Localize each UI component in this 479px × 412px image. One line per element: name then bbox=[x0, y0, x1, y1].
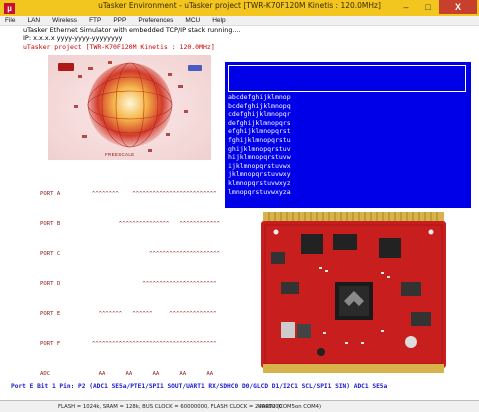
port-label: PORT D bbox=[40, 281, 61, 287]
adc-channels[interactable]: AA AA AA AA AA bbox=[75, 369, 214, 379]
port-label: PORT F bbox=[40, 341, 61, 347]
lcd-line: lmnopqrstuvwxyza bbox=[228, 187, 291, 196]
port-panel: PORT A ^^^^^^^^ ^^^^^^^^^^^^^^^^^^^^^^^^… bbox=[40, 169, 220, 399]
board-graphic bbox=[261, 212, 446, 373]
status-bar: FLASH = 1024k, SRAM = 128k, BUS CLOCK = … bbox=[0, 400, 479, 412]
status-uart: UART2 (COM5on COM4) bbox=[258, 403, 322, 410]
port-label: PORT C bbox=[40, 251, 61, 257]
port-row[interactable]: PORT C ^^^^^^^^^^^^^^^^^^^^^ bbox=[40, 249, 220, 259]
lcd-line: hijklmnopqrstuvw bbox=[228, 153, 291, 162]
minimize-button[interactable]: – bbox=[395, 0, 417, 14]
maximize-button[interactable]: □ bbox=[417, 0, 439, 14]
lcd-display: abcdefghijklmnop bcdefghijklmnopq cdefgh… bbox=[225, 62, 471, 208]
lcd-line: bcdefghijklmnopq bbox=[228, 101, 291, 110]
port-label: PORT E bbox=[40, 311, 61, 317]
port-label: PORT B bbox=[40, 221, 61, 227]
pin-info: Port E Bit 1 Pin: P2 (ADC1 SE5a/PTE1/SPI… bbox=[11, 383, 388, 390]
menu-file[interactable]: File bbox=[5, 17, 15, 24]
lcd-line: fghijklmnopqrstu bbox=[228, 135, 291, 144]
title-bar: µ uTasker Environment - uTasker project … bbox=[0, 0, 479, 16]
lcd-text: abcdefghijklmnop bcdefghijklmnopq cdefgh… bbox=[228, 93, 291, 196]
port-row[interactable]: PORT F ^^^^^^^^^^^^^^^^^^^^^^^^^^^^^^^^^… bbox=[40, 339, 220, 349]
adc-row[interactable]: ADC AA AA AA AA AA bbox=[40, 369, 220, 379]
status-memory-clock: FLASH = 1024k, SRAM = 128k, BUS CLOCK = … bbox=[58, 403, 283, 410]
tower-board-image[interactable] bbox=[261, 212, 446, 374]
window-controls: – □ X bbox=[395, 0, 477, 14]
freescale-sphere-image: FREESCALE bbox=[48, 55, 211, 160]
port-row[interactable]: PORT B ^^^^^^^^^^^^^^^ ^^^^^^^^^^^^ bbox=[40, 219, 220, 229]
menu-ppp[interactable]: PPP bbox=[113, 17, 126, 24]
status-line-simulator: uTasker Ethernet Simulator with embedded… bbox=[23, 26, 241, 34]
lcd-line: ghijklmnopqrstuv bbox=[228, 144, 291, 153]
close-button[interactable]: X bbox=[439, 0, 477, 14]
adc-label: ADC bbox=[40, 371, 51, 377]
menu-wireless[interactable]: Wireless bbox=[52, 17, 77, 24]
port-row[interactable]: PORT A ^^^^^^^^ ^^^^^^^^^^^^^^^^^^^^^^^^… bbox=[40, 189, 220, 199]
lcd-line: defghijklmnopqrs bbox=[228, 118, 291, 127]
lcd-line: abcdefghijklmnop bbox=[228, 93, 291, 101]
lcd-line: jklmnopqrstuvwxy bbox=[228, 170, 291, 179]
port-row[interactable]: PORT D ^^^^^^^^^^^^^^^^^^^^^^ bbox=[40, 279, 220, 289]
simulator-canvas: uTasker Ethernet Simulator with embedded… bbox=[5, 26, 474, 407]
port-bits[interactable]: ^^^^^^^^^^^^^^^^^^^^^^^^^^^^^^^^^^^^^ bbox=[75, 339, 217, 349]
lcd-line: ijklmnopqrstuvwx bbox=[228, 161, 291, 170]
port-label: PORT A bbox=[40, 191, 61, 197]
lcd-line: cdefghijklmnopqr bbox=[228, 110, 291, 119]
menu-mcu[interactable]: MCU bbox=[185, 17, 200, 24]
port-bits[interactable]: ^^^^^^^^ ^^^^^^^^^^^^^^^^^^^^^^^^^ bbox=[75, 189, 217, 199]
lcd-line: efghijklmnopqrst bbox=[228, 127, 291, 136]
sphere-caption: FREESCALE bbox=[105, 152, 135, 157]
sphere-graphic bbox=[48, 55, 211, 160]
menu-ftp[interactable]: FTP bbox=[89, 17, 101, 24]
port-row[interactable]: PORT E ^^^^^^^ ^^^^^^ ^^^^^^^^^^^^^^ bbox=[40, 309, 220, 319]
port-bits[interactable]: ^^^^^^^^^^^^^^^ ^^^^^^^^^^^^ bbox=[75, 219, 220, 229]
lcd-line: klmnopqrstuvwxyz bbox=[228, 178, 291, 187]
port-bits[interactable]: ^^^^^^^^^^^^^^^^^^^^^ bbox=[75, 249, 220, 259]
menu-lan[interactable]: LAN bbox=[27, 17, 40, 24]
lcd-frame bbox=[228, 65, 466, 92]
port-bits[interactable]: ^^^^^^^^^^^^^^^^^^^^^^ bbox=[75, 279, 216, 289]
menu-help[interactable]: Help bbox=[212, 17, 225, 24]
menu-preferences[interactable]: Preferences bbox=[138, 17, 173, 24]
status-line-project: uTasker project [TWR-K70F120M Kinetis : … bbox=[23, 43, 215, 51]
port-bits[interactable]: ^^^^^^^ ^^^^^^ ^^^^^^^^^^^^^^ bbox=[75, 309, 217, 319]
status-line-ip: IP: x.x.x.x yyyy-yyyy-yyyyyyyy bbox=[23, 34, 123, 42]
menu-bar: File LAN Wireless FTP PPP Preferences MC… bbox=[0, 16, 479, 26]
